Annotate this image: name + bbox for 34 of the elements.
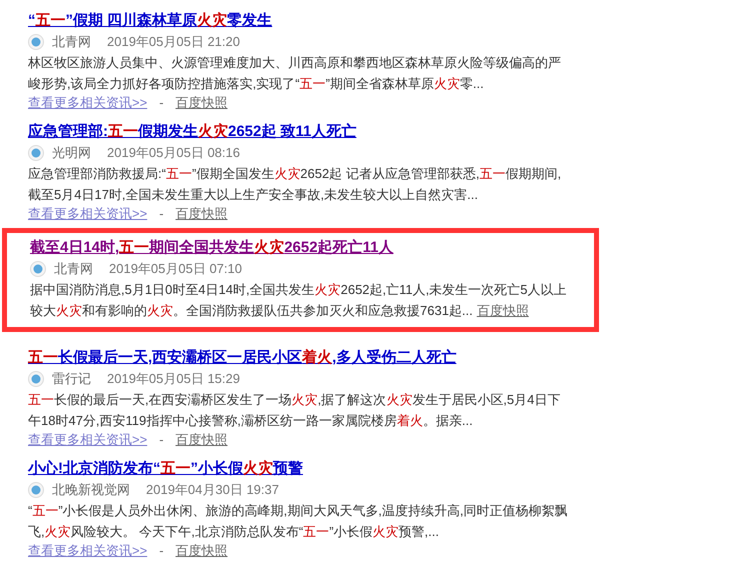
source-logo-icon	[28, 371, 44, 387]
snapshot-link[interactable]: 百度快照	[176, 205, 228, 223]
publish-time: 2019年05月05日 07:10	[109, 260, 242, 278]
link-separator: -	[159, 431, 164, 449]
result-snippet: 林区牧区旅游人员集中、火源管理难度加大、川西高原和攀西地区森林草原火险等级偏高的严峻形势,该局全力抓好各项防控措施落实,实现了“五一”期间全省森林草原火灾零...	[28, 54, 562, 93]
link-separator: -	[159, 94, 164, 112]
snapshot-link[interactable]: 百度快照	[476, 303, 529, 318]
snapshot-link[interactable]: 百度快照	[176, 94, 228, 112]
more-news-link[interactable]: 查看更多相关资讯>>	[28, 431, 148, 449]
snapshot-link[interactable]: 百度快照	[176, 542, 228, 560]
result-snippet: 五一长假的最后一天,在西安灞桥区发生了一场火灾,据了解这次火灾发生于居民小区,5月4日下午18时47分,西安119指挥中心接警称,灞桥区纺一路一家属院楼房着火。据亲...	[28, 391, 562, 430]
source-name: 北晚新视觉网	[52, 481, 130, 499]
more-news-link[interactable]: 查看更多相关资讯>>	[28, 542, 148, 560]
publish-time: 2019年05月05日 08:16	[107, 144, 240, 162]
result-title-link[interactable]: “五一”假期 四川森林草原火灾零发生	[28, 12, 272, 30]
source-name: 雷行记	[52, 370, 91, 388]
result-snippet: 据中国消防消息,5月1日0时至4日14时,全国共发生火灾2652起,亡11人,未发生一次死亡5人以上较大火灾和有影响的火灾。全国消防救援队伍共参加灭火和应急救援7631起... 百度快照	[30, 281, 568, 320]
result-snippet: 应急管理部消防救援局:“五一”假期全国发生火灾2652起 记者从应急管理部获悉,五一假期期间,截至5月4日17时,全国未发生重大以上生产安全事故,未发生较大以上自然灾害...	[28, 165, 562, 204]
source-logo-icon	[28, 482, 44, 498]
link-separator: -	[159, 542, 164, 560]
more-news-link[interactable]: 查看更多相关资讯>>	[28, 205, 148, 223]
snapshot-link[interactable]: 百度快照	[176, 431, 228, 449]
source-name: 北青网	[52, 33, 91, 51]
source-logo-icon	[30, 261, 46, 277]
source-logo-icon	[28, 145, 44, 161]
publish-time: 2019年05月05日 15:29	[107, 370, 240, 388]
source-logo-icon	[28, 34, 44, 50]
result-snippet: “五一”小长假是人员外出休闲、旅游的高峰期,期间大风天气多,温度持续升高,同时正值杨柳絮飘飞,火灾风险较大。 今天下午,北京消防总队发布“五一”小长假火灾预警,...	[28, 502, 569, 541]
publish-time: 2019年04月30日 19:37	[146, 481, 279, 499]
more-news-link[interactable]: 查看更多相关资讯>>	[28, 94, 148, 112]
source-name: 光明网	[52, 144, 91, 162]
publish-time: 2019年05月05日 21:20	[107, 33, 240, 51]
link-separator: -	[159, 205, 164, 223]
source-name: 北青网	[54, 260, 93, 278]
